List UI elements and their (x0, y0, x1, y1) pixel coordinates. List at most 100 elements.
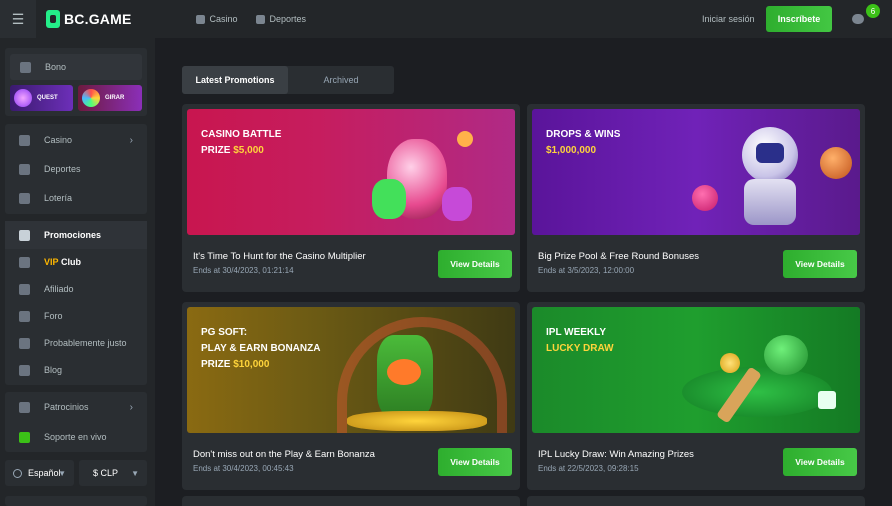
banner-prize-label: PRIZE (201, 359, 234, 370)
globe-icon (13, 468, 22, 478)
currency-select[interactable]: $ CLP ▼ (79, 460, 147, 486)
sidebar: Bono QUEST GIRAR Casino › Deportes Loter… (0, 38, 155, 506)
sidebar-item-patrocinios[interactable]: Patrocinios › (5, 393, 147, 421)
view-details-button[interactable]: View Details (783, 448, 857, 476)
promo-title: Big Prize Pool & Free Round Bonuses (538, 251, 700, 262)
promo-banner[interactable]: CASINO BATTLE PRIZE $5,000 (187, 109, 515, 235)
banner-title: IPL WEEKLY LUCKY DRAW (546, 325, 614, 357)
language-select[interactable]: Español ▼ (5, 460, 74, 486)
spin-tile[interactable]: GIRAR (78, 85, 142, 111)
currency-value: $ CLP (93, 468, 119, 478)
sidebar-item-label: Promociones (44, 230, 102, 240)
bono-button[interactable]: Bono (10, 54, 142, 80)
quest-label: QUEST (37, 95, 58, 101)
spin-label: GIRAR (105, 95, 125, 101)
logo-icon (46, 10, 60, 28)
chat-button[interactable]: 6 (852, 4, 880, 26)
banner-prize-value: $5,000 (233, 145, 264, 156)
signup-button[interactable]: Inscríbete (766, 6, 832, 32)
top-nav: Casino Deportes (195, 14, 306, 24)
banner-line: CASINO BATTLE (201, 129, 282, 140)
ticket-image (818, 391, 836, 409)
promo-card[interactable]: DROPS & WINS $1,000,000 Big Prize Pool &… (527, 104, 865, 292)
promo-banner[interactable]: DROPS & WINS $1,000,000 (532, 109, 860, 235)
promo-card[interactable]: PG SOFT: PLAY & EARN BONANZA PRIZE $10,0… (182, 302, 520, 490)
headset-icon (19, 431, 30, 443)
gift-icon (19, 229, 30, 241)
login-link[interactable]: Iniciar sesión (702, 14, 755, 24)
sidebar-item-label: Blog (44, 365, 63, 375)
promo-card-partial (527, 496, 865, 506)
handshake-icon (19, 401, 30, 413)
wheel-icon (82, 89, 100, 107)
sidebar-item-soporte[interactable]: Soporte en vivo (5, 423, 147, 451)
candy-image (457, 131, 473, 147)
banner-line: PG SOFT: (201, 327, 248, 338)
view-details-button[interactable]: View Details (783, 250, 857, 278)
sidebar-item-blog[interactable]: Blog (5, 356, 147, 384)
sidebar-item-label: Soporte en vivo (44, 432, 107, 442)
language-value: Español (28, 468, 61, 478)
promo-title: IPL Lucky Draw: Win Amazing Prizes (538, 449, 694, 460)
brand-name: BC.GAME (64, 11, 132, 27)
top-nav-casino[interactable]: Casino (195, 14, 238, 24)
tab-archived[interactable]: Archived (288, 66, 394, 94)
sidebar-item-promociones[interactable]: Promociones (5, 221, 147, 249)
sidebar-item-label: Lotería (44, 193, 73, 203)
chevron-right-icon: › (129, 401, 133, 413)
gummy-bear-image (372, 179, 406, 219)
sidebar-item-label: Foro (44, 311, 63, 321)
view-details-button[interactable]: View Details (438, 250, 512, 278)
promo-card[interactable]: CASINO BATTLE PRIZE $5,000 It's Time To … (182, 104, 520, 292)
promo-end-date: Ends at 30/4/2023, 01:21:14 (193, 266, 294, 275)
blog-icon (19, 364, 30, 376)
casino-icon (195, 14, 205, 24)
banner-title: DROPS & WINS $1,000,000 (546, 127, 620, 159)
chevron-right-icon: › (129, 134, 133, 146)
sidebar-bottom-panel (5, 496, 147, 506)
banner-prize-label: PRIZE (201, 145, 234, 156)
leprechaun-beard-image (387, 359, 421, 385)
logo[interactable]: BC.GAME (46, 10, 132, 28)
sidebar-item-deportes[interactable]: Deportes (5, 155, 147, 183)
bono-label: Bono (45, 62, 67, 72)
sidebar-item-foro[interactable]: Foro (5, 302, 147, 330)
banner-line: DROPS & WINS (546, 129, 621, 140)
vip-label: VIP (44, 257, 59, 267)
sidebar-item-afiliado[interactable]: Afiliado (5, 275, 147, 303)
forum-icon (19, 310, 30, 322)
top-nav-deportes[interactable]: Deportes (255, 14, 306, 24)
sidebar-item-label: Patrocinios (44, 402, 89, 412)
chevron-down-icon: ▼ (131, 468, 139, 478)
quest-tile[interactable]: QUEST (10, 85, 73, 111)
banner-title: PG SOFT: PLAY & EARN BONANZA PRIZE $10,0… (201, 325, 320, 373)
banner-line: IPL WEEKLY (546, 327, 607, 338)
chat-badge: 6 (866, 4, 880, 18)
sidebar-item-label: Deportes (44, 164, 81, 174)
promo-card[interactable]: IPL WEEKLY LUCKY DRAW IPL Lucky Draw: Wi… (527, 302, 865, 490)
cricket-helmet-image (764, 335, 808, 375)
sidebar-item-vip-club[interactable]: VIP Club (5, 248, 147, 276)
promotion-tabs: Latest Promotions Archived (182, 66, 394, 94)
sidebar-item-label: Probablemente justo (44, 338, 127, 348)
gold-coin-image (720, 353, 740, 373)
sidebar-item-label: Casino (44, 135, 73, 145)
promo-banner[interactable]: IPL WEEKLY LUCKY DRAW (532, 307, 860, 433)
promo-end-date: Ends at 22/5/2023, 09:28:15 (538, 464, 639, 473)
banner-title: CASINO BATTLE PRIZE $5,000 (201, 127, 281, 159)
menu-icon[interactable]: ☰ (0, 0, 36, 38)
sidebar-item-casino[interactable]: Casino › (5, 126, 147, 154)
top-bar: ☰ BC.GAME Casino Deportes (0, 0, 892, 38)
chat-icon (852, 14, 864, 24)
planet-image (820, 147, 852, 179)
promo-end-date: Ends at 3/5/2023, 12:00:00 (538, 266, 635, 275)
chevron-down-icon: ▼ (58, 468, 66, 478)
promo-banner[interactable]: PG SOFT: PLAY & EARN BONANZA PRIZE $10,0… (187, 307, 515, 433)
view-details-button[interactable]: View Details (438, 448, 512, 476)
banner-prize-value: $10,000 (233, 359, 270, 370)
sidebar-item-loteria[interactable]: Lotería (5, 184, 147, 212)
tab-latest-promotions[interactable]: Latest Promotions (182, 66, 288, 94)
sidebar-item-provably-fair[interactable]: Probablemente justo (5, 329, 147, 357)
quest-icon (14, 89, 32, 107)
affiliate-icon (19, 283, 30, 295)
